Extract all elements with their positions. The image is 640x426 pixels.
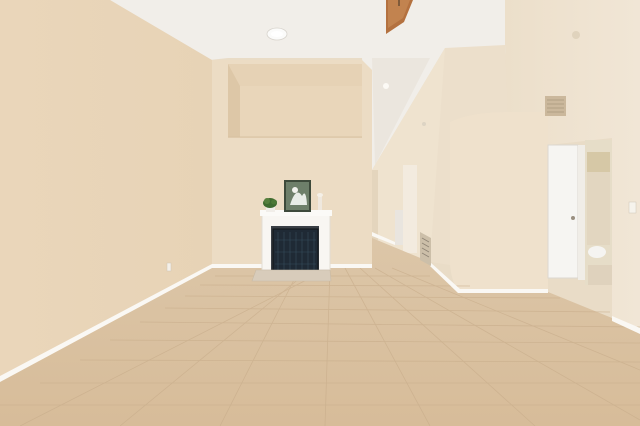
hallway-light [383, 83, 389, 89]
fireplace [251, 210, 332, 282]
artwork [284, 180, 311, 212]
ceiling-light [266, 27, 288, 41]
floor-vent [420, 232, 431, 266]
light-switch [628, 201, 637, 214]
wall-outlet [166, 262, 172, 272]
bathroom-doorway [585, 140, 612, 285]
wall-sconce [422, 122, 426, 126]
hearth-mat [251, 269, 332, 282]
wall-vent [545, 96, 566, 116]
fireplace-screen [272, 228, 319, 275]
living-room-photo [0, 0, 640, 426]
white-door [547, 144, 585, 280]
